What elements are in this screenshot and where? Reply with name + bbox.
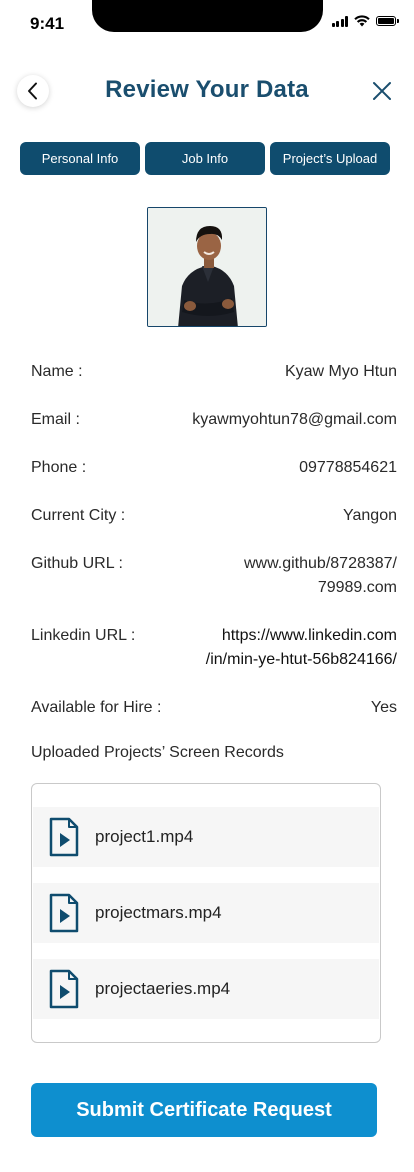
submit-certificate-request-button[interactable]: Submit Certificate Request [31,1083,377,1137]
video-file-icon [49,817,79,857]
field-label: Github URL : [31,555,123,572]
field-value: kyawmyohtun78@gmail.com [192,411,397,428]
file-name: projectaeries.mp4 [95,979,231,998]
field-label: Available for Hire : [31,699,162,716]
field-label: Name : [31,363,83,380]
battery-icon [376,16,399,26]
field-available-for-hire: Available for Hire : Yes [31,696,397,720]
page-title: Review Your Data [105,76,309,103]
field-value: Yangon [343,507,397,524]
field-label: Email : [31,411,80,428]
url-line: 79989.com [317,579,397,596]
close-icon [373,82,391,100]
url-line: /in/min-ye-htut-56b824166/ [205,651,397,668]
status-icons [331,15,399,27]
field-label: Current City : [31,507,126,524]
list-item[interactable]: projectmars.mp4 [33,883,379,943]
wifi-icon [354,15,370,27]
status-time: 9:41 [30,14,65,33]
field-github-url: Github URL : www.github/8728387/ 79989.c… [31,552,397,600]
field-value[interactable]: https://www.linkedin.com /in/min-ye-htut… [206,624,397,672]
uploaded-files-list: project1.mp4 projectmars.mp4 projectaeri… [31,783,381,1043]
profile-photo [147,207,267,327]
step-tabs: Personal Info Job Info Project’s Upload [20,142,390,175]
tab-projects-upload[interactable]: Project’s Upload [270,142,390,175]
field-name: Name : Kyaw Myo Htun [31,360,397,384]
url-line: www.github/8728387/ [244,555,397,572]
screen: 9:41 Review Your Data Personal Info Job … [0,0,414,1172]
device-notch [92,0,323,32]
video-file-icon [49,893,79,933]
tab-job-info[interactable]: Job Info [145,142,265,175]
field-value: Yes [370,699,397,716]
url-line: https://www.linkedin.com [221,627,397,644]
tab-personal-info[interactable]: Personal Info [20,142,140,175]
file-name: projectmars.mp4 [95,903,222,922]
field-current-city: Current City : Yangon [31,504,397,528]
uploads-section-label: Uploaded Projects’ Screen Records [31,744,284,761]
cellular-signal-icon [331,15,348,27]
list-item[interactable]: projectaeries.mp4 [33,959,379,1019]
field-value: Kyaw Myo Htun [284,363,397,380]
file-name: project1.mp4 [95,827,194,846]
field-phone: Phone : 09778854621 [31,456,397,480]
close-button[interactable] [370,79,394,103]
video-file-icon [49,969,79,1009]
field-email: Email : kyawmyohtun78@gmail.com [31,408,397,432]
field-value[interactable]: www.github/8728387/ 79989.com [244,552,397,600]
person-illustration [148,208,266,326]
field-value: 09778854621 [299,459,397,476]
field-label: Linkedin URL : [31,627,136,644]
field-label: Phone : [31,459,87,476]
field-linkedin-url: Linkedin URL : https://www.linkedin.com … [31,624,397,672]
list-item[interactable]: project1.mp4 [33,807,379,867]
